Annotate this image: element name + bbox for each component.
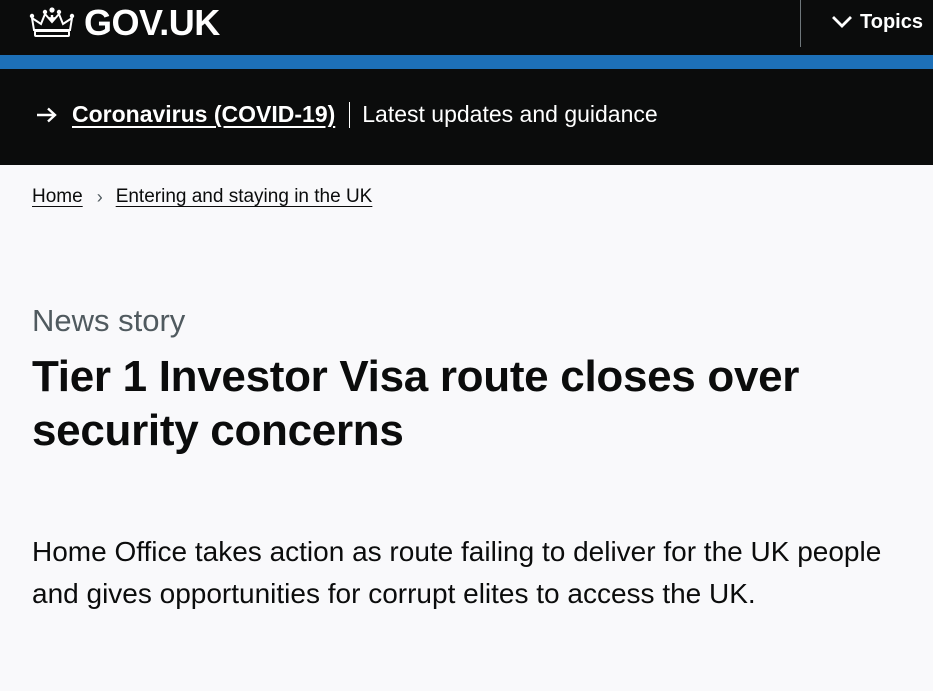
chevron-right-icon: ›: [96, 186, 103, 207]
arrow-right-icon: [37, 107, 57, 122]
covid-banner: Coronavirus (COVID-19) Latest updates an…: [0, 69, 933, 165]
covid-link[interactable]: Coronavirus (COVID-19): [72, 101, 335, 128]
logo-text: GOV.UK: [84, 2, 220, 43]
covid-banner-row: Coronavirus (COVID-19) Latest updates an…: [36, 101, 658, 128]
page: GOV.UK Topics Coronavirus (COVID-19) Lat…: [0, 0, 933, 691]
crown-icon: [29, 7, 75, 37]
topics-menu-button[interactable]: Topics: [832, 6, 923, 38]
breadcrumb: Home › Entering and staying in the UK: [32, 186, 372, 208]
govuk-logo-link[interactable]: GOV.UK: [28, 0, 220, 46]
header-divider: [800, 0, 801, 47]
article-lede: Home Office takes action as route failin…: [32, 536, 882, 609]
breadcrumb-item-entering-staying[interactable]: Entering and staying in the UK: [116, 186, 373, 208]
page-title: Tier 1 Investor Visa route closes over s…: [32, 352, 800, 455]
topics-label: Topics: [860, 10, 923, 33]
covid-banner-text: Latest updates and guidance: [362, 101, 658, 127]
covid-banner-separator: [349, 101, 351, 128]
header-accent-bar: [0, 55, 933, 69]
content-type-caption: News story: [32, 303, 186, 338]
breadcrumb-item-home[interactable]: Home: [32, 186, 83, 208]
site-header: GOV.UK Topics: [0, 0, 933, 55]
chevron-down-icon: [832, 16, 852, 28]
